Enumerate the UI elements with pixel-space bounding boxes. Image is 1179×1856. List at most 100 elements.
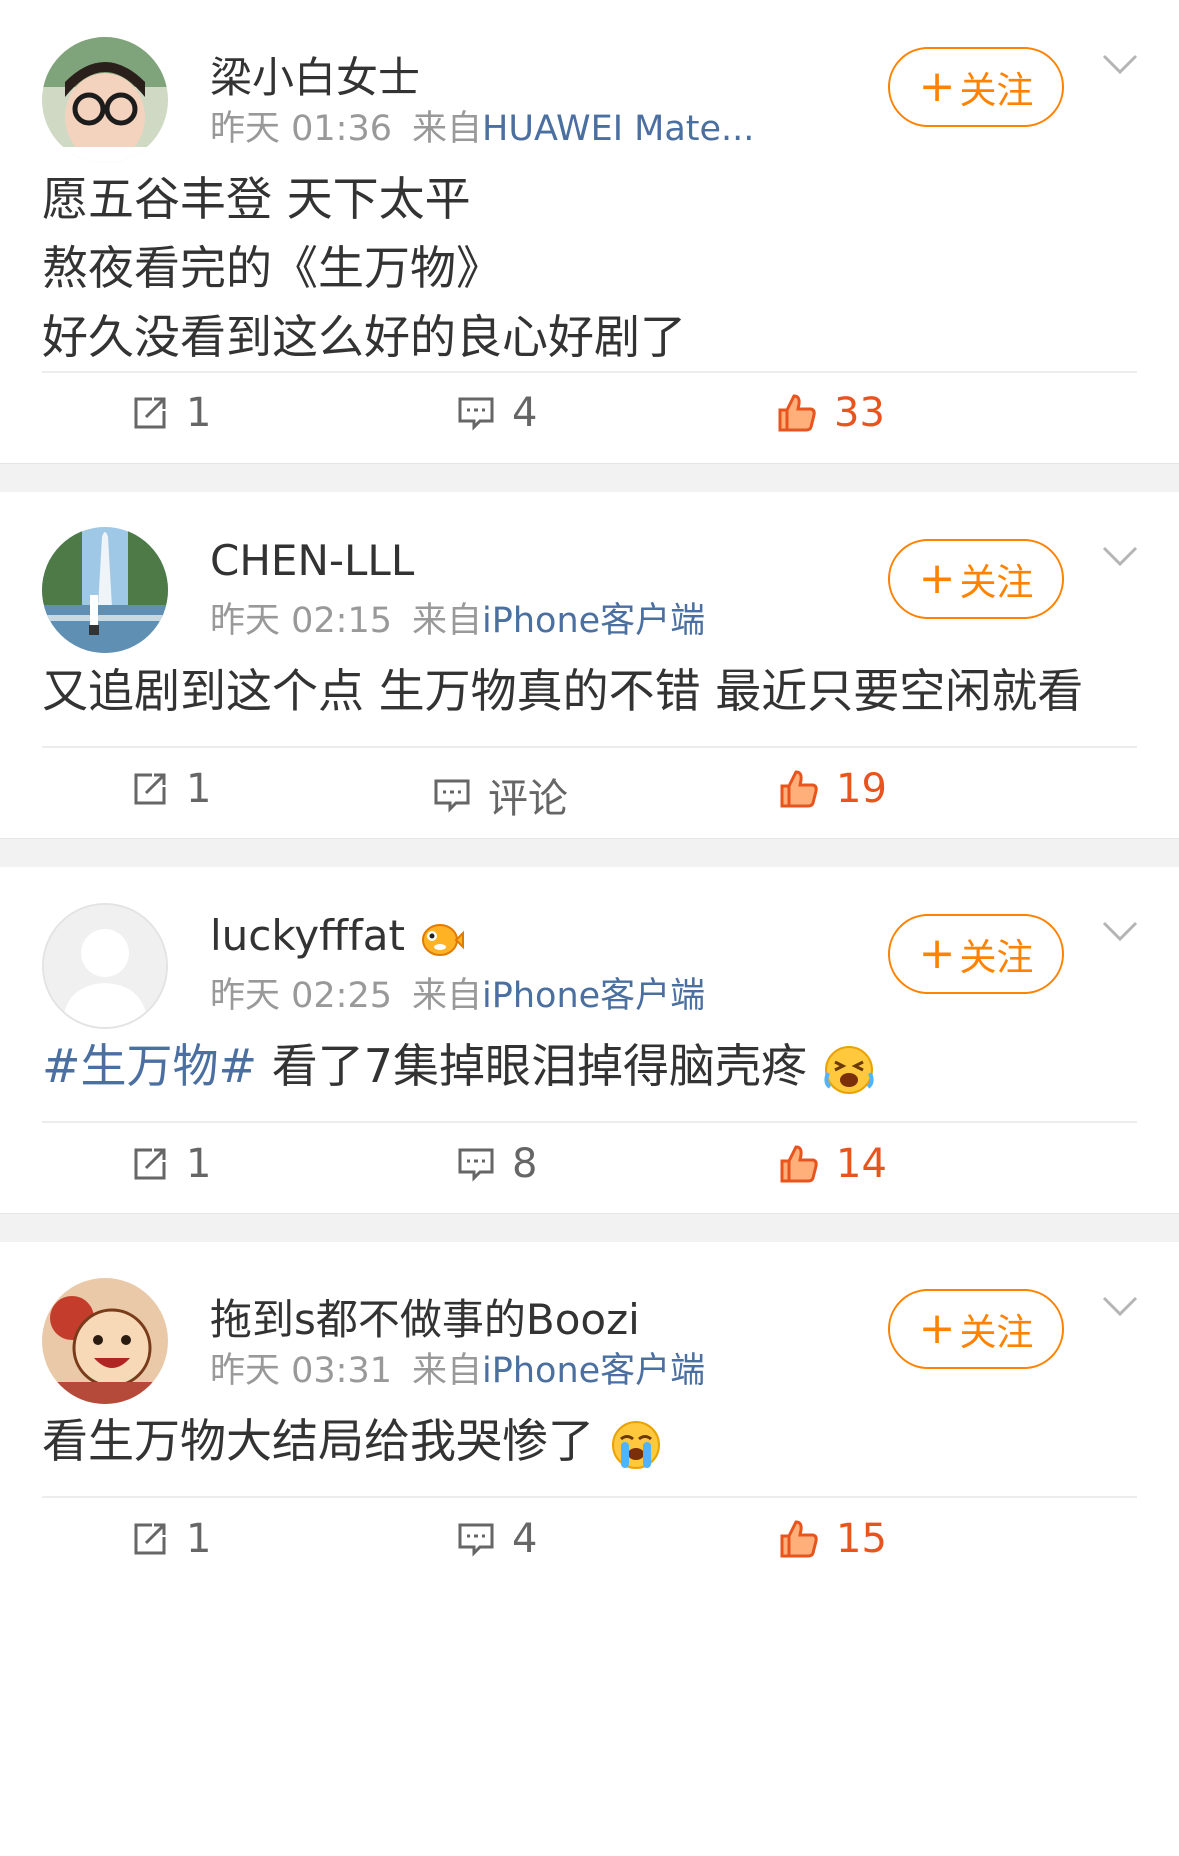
post-card: CHEN-LLL 昨天 02:15 来自iPhone客户端 + 关注 又追剧到这个点…	[0, 492, 1179, 840]
post-card: luckyfffat 昨天 02:25 来自iPhone客户端 + 关注 #生万物#…	[0, 867, 1179, 1215]
avatar[interactable]	[42, 527, 168, 653]
plus-icon: +	[918, 928, 956, 979]
like-count: 33	[834, 390, 885, 436]
comment-count: 8	[512, 1141, 538, 1187]
follow-label: 关注	[959, 1311, 1034, 1354]
repost-icon	[134, 397, 166, 429]
repost-button[interactable]: 1	[130, 390, 211, 436]
post-meta: 昨天 02:15 来自iPhone客户端	[210, 592, 705, 643]
follow-button[interactable]: + 关注	[888, 914, 1064, 994]
thumbs-up-icon	[780, 1145, 818, 1183]
follow-label: 关注	[959, 936, 1034, 979]
chevron-down-icon[interactable]	[1100, 919, 1140, 945]
plus-icon: +	[918, 1303, 956, 1354]
divider	[42, 1496, 1137, 1498]
post-time: 昨天 01:36	[210, 109, 392, 149]
username[interactable]: 拖到s都不做事的Boozi	[210, 1286, 640, 1347]
comment-button[interactable]: 4	[456, 390, 537, 436]
source-link[interactable]: iPhone客户端	[482, 976, 705, 1016]
post-content: #生万物# 看了7集掉眼泪掉得脑壳疼	[42, 1032, 1142, 1101]
repost-count: 1	[186, 766, 212, 812]
divider	[42, 1121, 1137, 1123]
thumbs-up-icon	[780, 770, 818, 808]
comment-icon	[458, 1523, 494, 1557]
repost-button[interactable]: 1	[130, 1141, 211, 1187]
section-separator	[0, 838, 1179, 868]
comment-icon	[434, 779, 470, 813]
post-time: 昨天 03:31	[210, 1351, 392, 1391]
repost-count: 1	[186, 1516, 212, 1562]
repost-icon	[134, 1523, 166, 1555]
source-prefix: 来自	[412, 976, 483, 1016]
like-button[interactable]: 15	[778, 1516, 887, 1562]
post-time: 昨天 02:25	[210, 976, 392, 1016]
comment-button[interactable]: 4	[456, 1516, 537, 1562]
username[interactable]: CHEN-LLL	[210, 536, 414, 585]
username-text: luckyfffat	[210, 911, 405, 960]
post-content: 看生万物大结局给我哭惨了	[42, 1407, 1142, 1476]
source-link[interactable]: HUAWEI Mate...	[482, 109, 754, 149]
repost-button[interactable]: 1	[130, 1516, 211, 1562]
divider	[42, 371, 1137, 373]
loudly-crying-emoji-icon	[611, 1420, 660, 1469]
comment-count: 4	[512, 390, 538, 436]
thumbs-up-icon	[778, 394, 816, 432]
avatar[interactable]	[42, 37, 168, 163]
thumbs-up-icon	[780, 1520, 818, 1558]
source-prefix: 来自	[412, 109, 483, 149]
post-meta: 昨天 02:25 来自iPhone客户端	[210, 967, 705, 1018]
like-button[interactable]: 19	[778, 766, 887, 812]
content-line: 熬夜看完的《生万物》	[42, 241, 502, 295]
comment-icon	[458, 1148, 494, 1182]
post-card: 拖到s都不做事的Boozi 昨天 03:31 来自iPhone客户端 + 关注 看生…	[0, 1242, 1179, 1856]
like-count: 15	[836, 1516, 887, 1562]
chevron-down-icon[interactable]	[1100, 544, 1140, 570]
post-card: 梁小白女士 昨天 01:36 来自HUAWEI Mate... + 关注 愿五谷丰登…	[0, 0, 1179, 465]
repost-icon	[134, 773, 166, 805]
source-prefix: 来自	[412, 601, 483, 641]
repost-icon	[134, 1148, 166, 1180]
follow-button[interactable]: + 关注	[888, 539, 1064, 619]
source-prefix: 来自	[412, 1351, 483, 1391]
content-line: 好久没看到这么好的良心好剧了	[42, 310, 686, 364]
pufferfish-badge-icon	[422, 923, 465, 956]
username[interactable]: 梁小白女士	[210, 44, 420, 105]
divider	[42, 746, 1137, 748]
content-line: 又追剧到这个点 生万物真的不错 最近只要空闲就看	[42, 664, 1084, 718]
section-separator	[0, 1213, 1179, 1243]
content-text: 看了7集掉眼泪掉得脑壳疼	[257, 1039, 807, 1093]
source-link[interactable]: iPhone客户端	[482, 601, 705, 641]
repost-count: 1	[186, 1141, 212, 1187]
content-line: 愿五谷丰登 天下太平	[42, 172, 471, 226]
post-meta: 昨天 01:36 来自HUAWEI Mate...	[210, 100, 754, 151]
comment-button[interactable]: 评论	[432, 766, 568, 824]
like-button[interactable]: 33	[776, 390, 885, 436]
source-link[interactable]: iPhone客户端	[482, 1351, 705, 1391]
post-time: 昨天 02:15	[210, 601, 392, 641]
section-separator	[0, 463, 1179, 493]
avatar[interactable]	[42, 903, 168, 1029]
follow-label: 关注	[959, 561, 1034, 604]
follow-label: 关注	[959, 69, 1034, 112]
like-count: 14	[836, 1141, 887, 1187]
follow-button[interactable]: + 关注	[888, 47, 1064, 127]
username[interactable]: luckyfffat	[210, 911, 465, 960]
repost-button[interactable]: 1	[130, 766, 211, 812]
chevron-down-icon[interactable]	[1100, 52, 1140, 78]
repost-count: 1	[186, 390, 212, 436]
crying-emoji-icon	[824, 1045, 874, 1094]
post-meta: 昨天 03:31 来自iPhone客户端	[210, 1342, 705, 1393]
post-content: 愿五谷丰登 天下太平 熬夜看完的《生万物》 好久没看到这么好的良心好剧了	[42, 165, 1142, 372]
chevron-down-icon[interactable]	[1100, 1294, 1140, 1320]
comment-button[interactable]: 8	[456, 1141, 537, 1187]
comment-label: 评论	[488, 776, 568, 822]
like-button[interactable]: 14	[778, 1141, 887, 1187]
follow-button[interactable]: + 关注	[888, 1289, 1064, 1369]
hashtag-link[interactable]: #生万物#	[42, 1039, 257, 1093]
like-count: 19	[836, 766, 887, 812]
content-text: 看生万物大结局给我哭惨了	[42, 1414, 594, 1468]
plus-icon: +	[918, 61, 956, 112]
post-content: 又追剧到这个点 生万物真的不错 最近只要空闲就看	[42, 657, 1142, 726]
avatar[interactable]	[42, 1278, 168, 1404]
comment-icon	[458, 397, 494, 431]
